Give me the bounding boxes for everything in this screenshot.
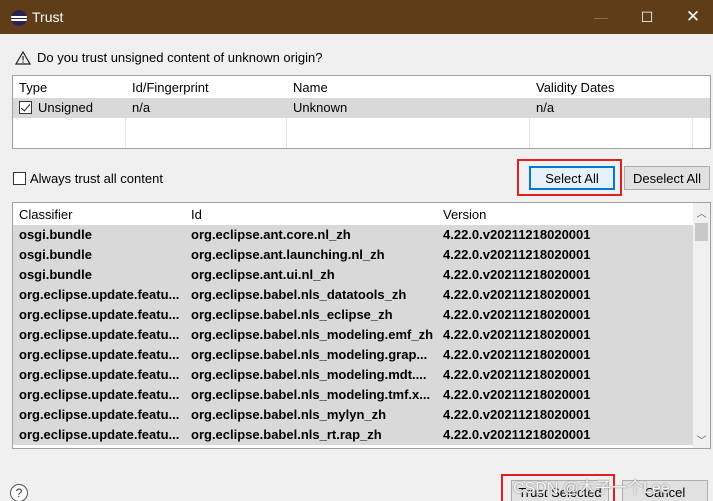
artifact-classifier: org.eclipse.update.featu... bbox=[19, 347, 180, 362]
artifact-id: org.eclipse.ant.core.nl_zh bbox=[191, 227, 351, 242]
column-separator bbox=[692, 118, 693, 148]
scrollbar-thumb[interactable] bbox=[695, 223, 708, 241]
trust-question: Do you trust unsigned content of unknown… bbox=[15, 50, 322, 65]
artifact-version: 4.22.0.v20211218020001 bbox=[443, 427, 591, 442]
artifact-version: 4.22.0.v20211218020001 bbox=[443, 367, 591, 382]
scroll-down-icon[interactable]: ﹀ bbox=[693, 431, 710, 448]
artifact-id: org.eclipse.babel.nls_eclipse_zh bbox=[191, 307, 393, 322]
scroll-up-icon[interactable]: ︿ bbox=[693, 204, 710, 221]
artifact-classifier: osgi.bundle bbox=[19, 247, 92, 262]
artifact-version: 4.22.0.v20211218020001 bbox=[443, 327, 591, 342]
artifact-id: org.eclipse.babel.nls_modeling.emf_zh bbox=[191, 327, 434, 342]
minimize-button[interactable]: — bbox=[578, 0, 624, 34]
signer-type: Unsigned bbox=[38, 100, 93, 115]
artifact-id: org.eclipse.babel.nls_modeling.tmf.x... bbox=[191, 387, 431, 402]
signer-table: Type Id/Fingerprint Name Validity Dates … bbox=[12, 75, 711, 149]
artifact-row[interactable]: osgi.bundle org.eclipse.ant.ui.nl_zh 4.22.… bbox=[13, 265, 693, 285]
artifact-version: 4.22.0.v20211218020001 bbox=[443, 407, 591, 422]
always-trust-option[interactable]: Always trust all content bbox=[13, 171, 163, 186]
artifact-row[interactable]: org.eclipse.update.featu... org.eclipse.b… bbox=[13, 365, 693, 385]
artifact-row[interactable]: org.eclipse.update.featu... org.eclipse.b… bbox=[13, 325, 693, 345]
column-header-id-fingerprint[interactable]: Id/Fingerprint bbox=[126, 78, 287, 98]
signer-row[interactable]: Unsigned n/a Unknown n/a bbox=[13, 98, 710, 118]
artifact-id: org.eclipse.babel.nls_modeling.mdt.... bbox=[191, 367, 427, 382]
artifact-classifier: org.eclipse.update.featu... bbox=[19, 427, 180, 442]
column-header-id[interactable]: Id bbox=[185, 205, 437, 225]
artifact-classifier: org.eclipse.update.featu... bbox=[19, 387, 180, 402]
artifact-classifier: org.eclipse.update.featu... bbox=[19, 407, 180, 422]
always-trust-checkbox[interactable] bbox=[13, 172, 26, 185]
column-separator bbox=[125, 118, 126, 148]
column-separator bbox=[286, 118, 287, 148]
artifact-classifier: org.eclipse.update.featu... bbox=[19, 327, 180, 342]
always-trust-label: Always trust all content bbox=[30, 171, 163, 186]
artifact-id: org.eclipse.ant.ui.nl_zh bbox=[191, 267, 335, 282]
close-button[interactable]: ✕ bbox=[670, 0, 713, 34]
artifact-version: 4.22.0.v20211218020001 bbox=[443, 267, 591, 282]
column-separator bbox=[529, 118, 530, 148]
artifact-row[interactable]: org.eclipse.update.featu... org.eclipse.b… bbox=[13, 285, 693, 305]
watermark: CSDN @木子一个Lee bbox=[513, 480, 670, 497]
artifact-row[interactable]: org.eclipse.update.featu... org.eclipse.b… bbox=[13, 425, 693, 445]
select-all-button[interactable]: Select All bbox=[529, 166, 615, 190]
artifact-table-header: Classifier Id Version bbox=[13, 205, 693, 225]
maximize-button[interactable]: ☐ bbox=[624, 0, 670, 34]
artifact-id: org.eclipse.babel.nls_rt.rap_zh bbox=[191, 427, 382, 442]
signer-empty-row bbox=[13, 118, 710, 148]
deselect-all-button[interactable]: Deselect All bbox=[624, 166, 710, 190]
artifact-version: 4.22.0.v20211218020001 bbox=[443, 307, 591, 322]
artifact-classifier: org.eclipse.update.featu... bbox=[19, 367, 180, 382]
artifact-row[interactable]: org.eclipse.update.featu... org.eclipse.b… bbox=[13, 385, 693, 405]
eclipse-logo-icon bbox=[11, 10, 27, 26]
question-text: Do you trust unsigned content of unknown… bbox=[37, 50, 323, 65]
artifact-classifier: osgi.bundle bbox=[19, 267, 92, 282]
help-icon[interactable]: ? bbox=[10, 484, 28, 501]
artifact-classifier: org.eclipse.update.featu... bbox=[19, 287, 180, 302]
artifact-table: Classifier Id Version osgi.bundle org.ecl… bbox=[12, 202, 711, 449]
artifact-id: org.eclipse.ant.launching.nl_zh bbox=[191, 247, 385, 262]
artifact-version: 4.22.0.v20211218020001 bbox=[443, 387, 591, 402]
artifact-row[interactable]: osgi.bundle org.eclipse.ant.core.nl_zh 4.2… bbox=[13, 225, 693, 245]
artifact-version: 4.22.0.v20211218020001 bbox=[443, 247, 591, 262]
signer-type-cell: Unsigned bbox=[13, 98, 126, 118]
column-header-classifier[interactable]: Classifier bbox=[13, 205, 185, 225]
artifact-version: 4.22.0.v20211218020001 bbox=[443, 287, 591, 302]
warning-icon bbox=[15, 50, 31, 65]
artifact-classifier: org.eclipse.update.featu... bbox=[19, 307, 180, 322]
artifact-id: org.eclipse.babel.nls_datatools_zh bbox=[191, 287, 407, 302]
signer-name: Unknown bbox=[293, 100, 348, 115]
artifact-row[interactable]: osgi.bundle org.eclipse.ant.launching.nl_… bbox=[13, 245, 693, 265]
artifact-id: org.eclipse.babel.nls_mylyn_zh bbox=[191, 407, 387, 422]
signer-id: n/a bbox=[132, 100, 151, 115]
column-header-name[interactable]: Name bbox=[287, 78, 530, 98]
column-header-validity-dates[interactable]: Validity Dates bbox=[530, 78, 693, 98]
artifact-row[interactable]: org.eclipse.update.featu... org.eclipse.b… bbox=[13, 305, 693, 325]
artifact-row[interactable]: org.eclipse.update.featu... org.eclipse.b… bbox=[13, 345, 693, 365]
column-header-version[interactable]: Version bbox=[437, 205, 693, 225]
signer-checkbox[interactable] bbox=[19, 101, 32, 114]
title-bar: Trust — ☐ ✕ bbox=[0, 0, 713, 34]
artifact-version: 4.22.0.v20211218020001 bbox=[443, 227, 591, 242]
vertical-scrollbar[interactable]: ︿ ﹀ bbox=[693, 203, 710, 448]
signer-table-header: Type Id/Fingerprint Name Validity Dates bbox=[13, 78, 710, 98]
signer-validity: n/a bbox=[536, 100, 555, 115]
artifact-version: 4.22.0.v20211218020001 bbox=[443, 347, 591, 362]
column-header-type[interactable]: Type bbox=[13, 78, 126, 98]
window-title: Trust bbox=[32, 9, 64, 25]
artifact-row[interactable]: org.eclipse.update.featu... org.eclipse.b… bbox=[13, 405, 693, 425]
artifact-classifier: osgi.bundle bbox=[19, 227, 92, 242]
artifact-id: org.eclipse.babel.nls_modeling.grap... bbox=[191, 347, 428, 362]
